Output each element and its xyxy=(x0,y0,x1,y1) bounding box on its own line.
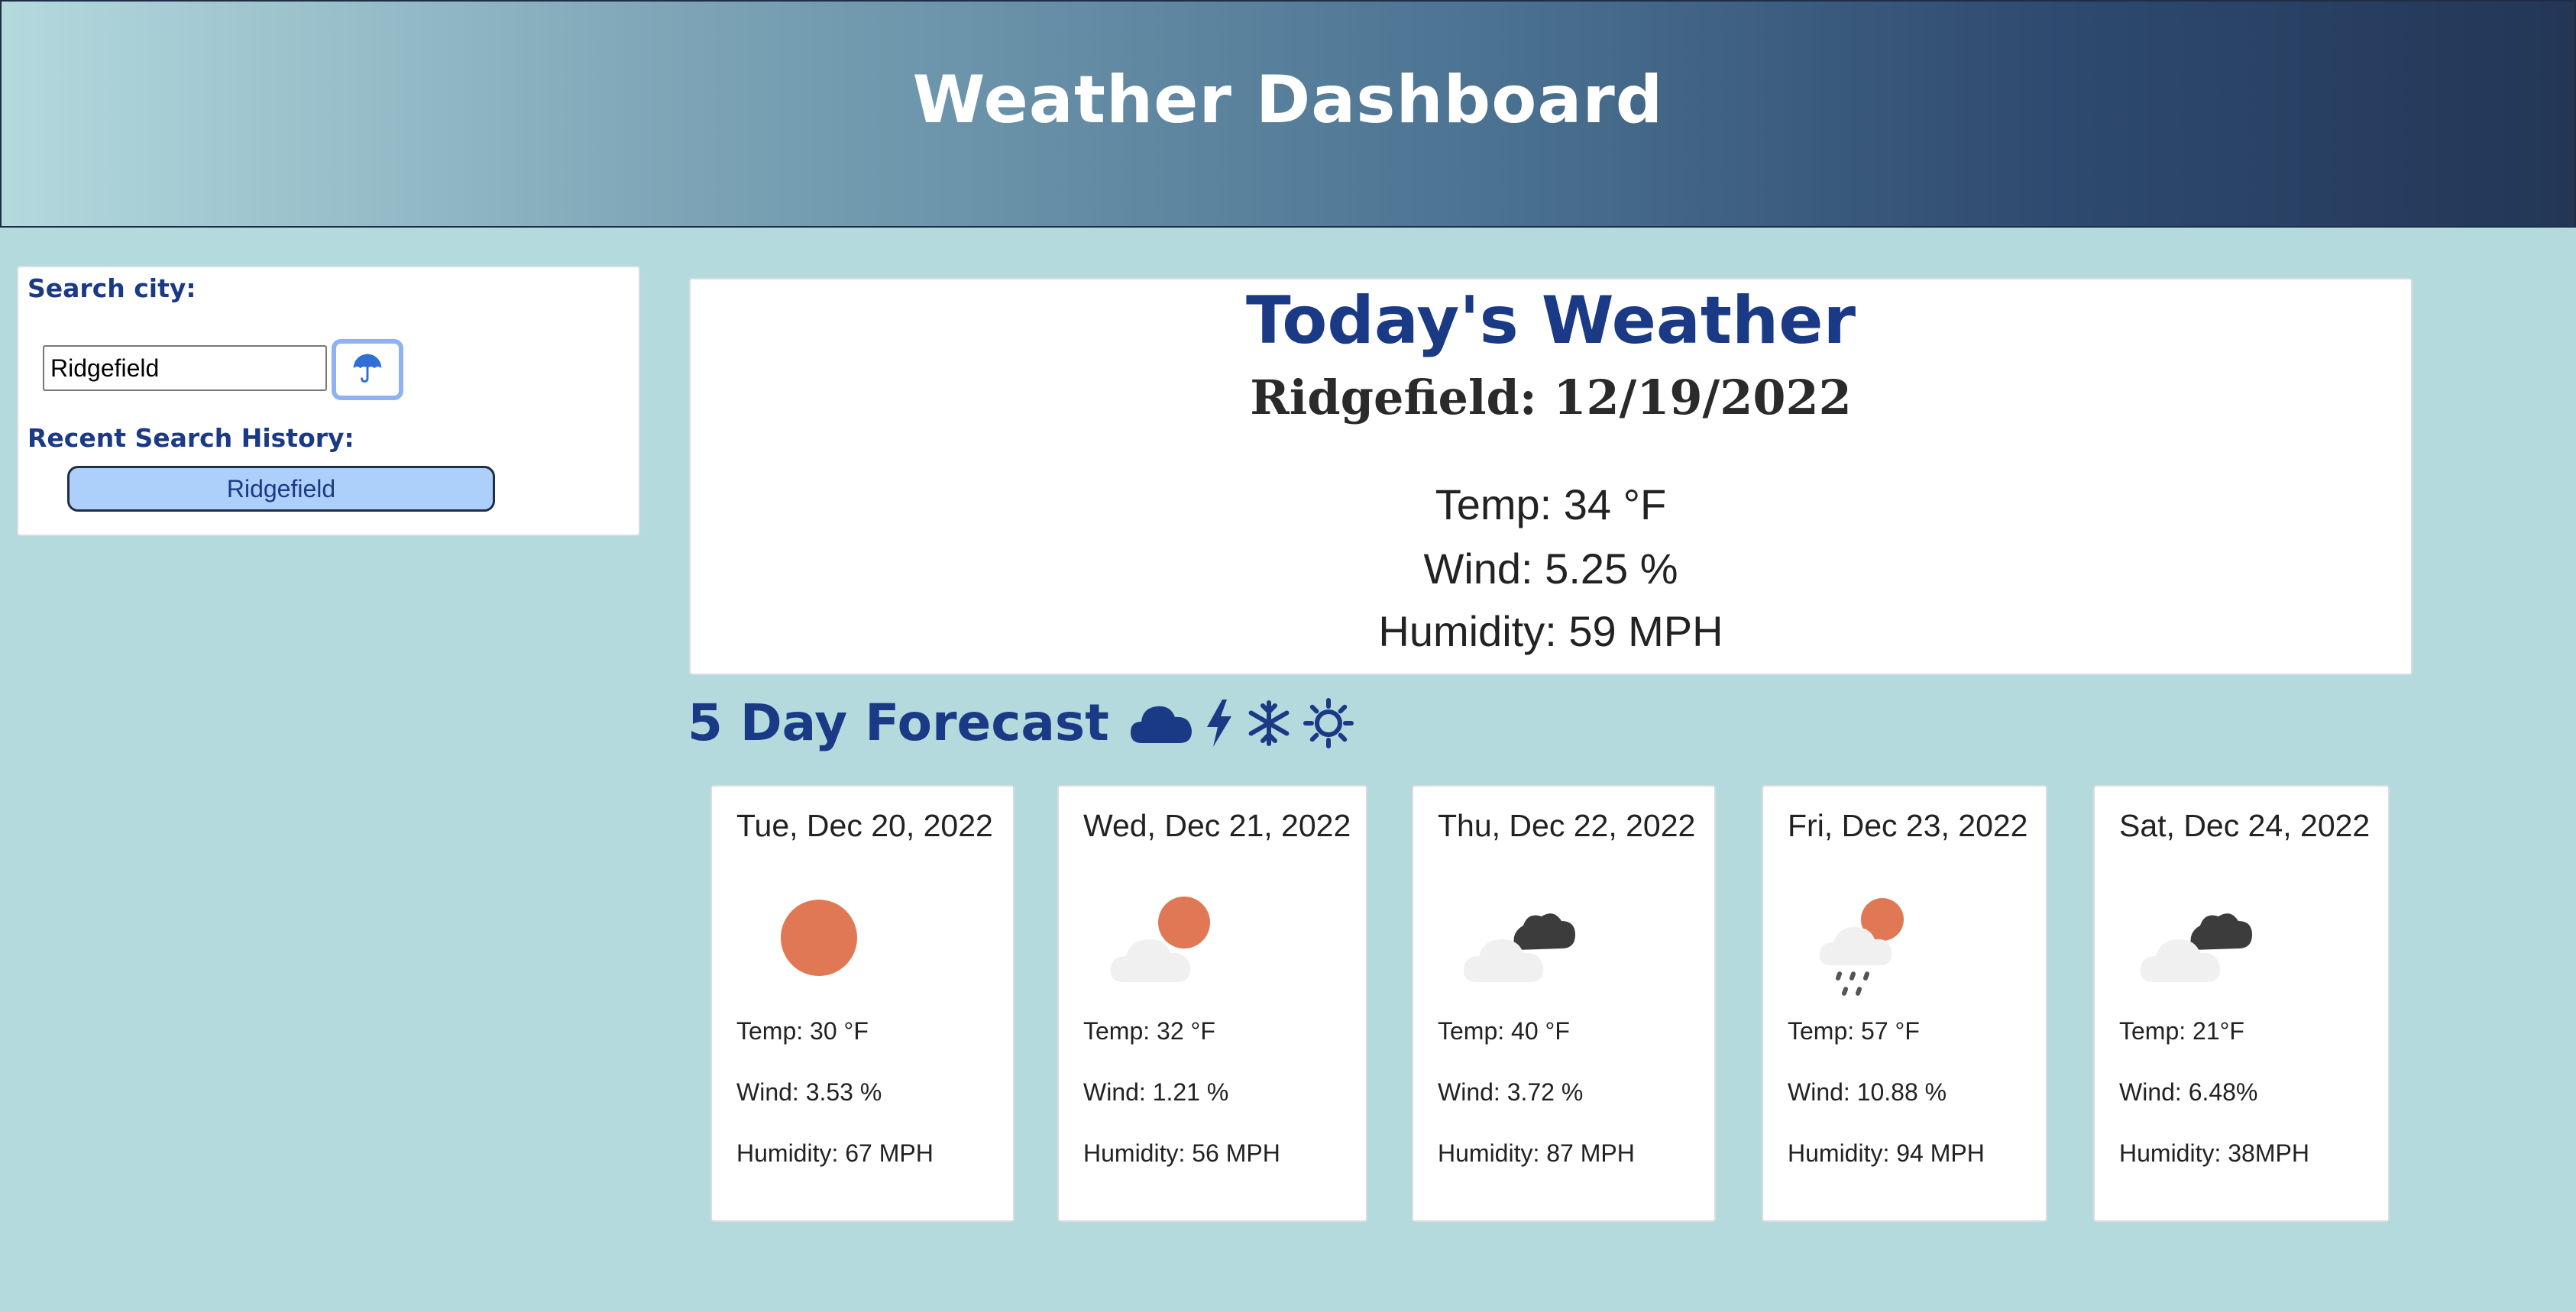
forecast-date: Wed, Dec 21, 2022 xyxy=(1083,808,1351,843)
forecast-date: Tue, Dec 20, 2022 xyxy=(736,808,993,843)
today-weather-card: Today's Weather Ridgefield: 12/19/2022 T… xyxy=(689,278,2413,675)
forecast-temp: Temp: 30 °F xyxy=(736,1017,869,1045)
search-button[interactable] xyxy=(332,339,403,400)
today-city-date: Ridgefield: 12/19/2022 xyxy=(1250,370,1852,425)
sun-icon xyxy=(1303,697,1354,748)
today-title: Today's Weather xyxy=(1245,283,1856,359)
forecast-temp: Temp: 32 °F xyxy=(1083,1017,1215,1045)
forecast-wind: Wind: 3.53 % xyxy=(736,1078,882,1106)
cloudy-icon xyxy=(1461,890,1583,1001)
today-wind: Wind: 5.25 % xyxy=(1423,545,1678,593)
search-label: Search city: xyxy=(28,273,196,303)
forecast-date: Sat, Dec 24, 2022 xyxy=(2119,808,2371,843)
lightning-icon xyxy=(1204,698,1235,748)
forecast-humidity: Humidity: 87 MPH xyxy=(1438,1139,1635,1167)
cloudy-icon xyxy=(2137,890,2260,1001)
history-label: Recent Search History: xyxy=(28,423,354,453)
forecast-humidity: Humidity: 67 MPH xyxy=(736,1139,934,1167)
forecast-wind: Wind: 1.21 % xyxy=(1083,1078,1229,1106)
forecast-temp: Temp: 40 °F xyxy=(1438,1017,1570,1045)
forecast-heading: 5 Day Forecast xyxy=(688,693,1354,752)
snowflake-icon xyxy=(1245,700,1293,747)
history-item-ridgefield[interactable]: Ridgefield xyxy=(67,466,495,512)
today-humidity: Humidity: 59 MPH xyxy=(1378,607,1723,655)
search-panel: Search city: Recent Search History: Ridg… xyxy=(17,266,640,536)
forecast-heading-text: 5 Day Forecast xyxy=(688,693,1109,752)
forecast-date: Fri, Dec 23, 2022 xyxy=(1788,808,2028,843)
today-temp: Temp: 34 °F xyxy=(1435,480,1667,528)
forecast-card: Thu, Dec 22, 2022 Temp: 40 °F Wind: 3.72… xyxy=(1412,785,1716,1222)
forecast-temp: Temp: 57 °F xyxy=(1788,1017,1920,1045)
forecast-wind: Wind: 6.48% xyxy=(2119,1078,2258,1106)
forecast-card: Fri, Dec 23, 2022 Temp: 57 °F Wind: 10.8… xyxy=(1762,785,2047,1222)
partly-cloudy-icon xyxy=(1108,890,1230,1001)
cloud-icon xyxy=(1129,700,1193,746)
umbrella-icon xyxy=(351,351,384,389)
forecast-wind: Wind: 3.72 % xyxy=(1438,1078,1584,1106)
forecast-date: Thu, Dec 22, 2022 xyxy=(1438,808,1696,843)
page-title: Weather Dashboard xyxy=(912,62,1664,138)
sun-icon xyxy=(773,890,880,1001)
forecast-card: Sat, Dec 24, 2022 Temp: 21°F Wind: 6.48%… xyxy=(2093,785,2390,1222)
header-banner: Weather Dashboard xyxy=(0,0,2576,228)
forecast-humidity: Humidity: 94 MPH xyxy=(1788,1139,1985,1167)
forecast-humidity: Humidity: 38MPH xyxy=(2119,1139,2309,1167)
forecast-card: Tue, Dec 20, 2022 Temp: 30 °F Wind: 3.53… xyxy=(710,785,1015,1222)
forecast-humidity: Humidity: 56 MPH xyxy=(1083,1139,1280,1167)
forecast-wind: Wind: 10.88 % xyxy=(1788,1078,1947,1106)
search-input[interactable] xyxy=(43,345,327,391)
forecast-temp: Temp: 21°F xyxy=(2119,1017,2244,1045)
forecast-card: Wed, Dec 21, 2022 Temp: 32 °F Wind: 1.21… xyxy=(1057,785,1367,1222)
rain-sun-icon xyxy=(1817,890,1924,1009)
